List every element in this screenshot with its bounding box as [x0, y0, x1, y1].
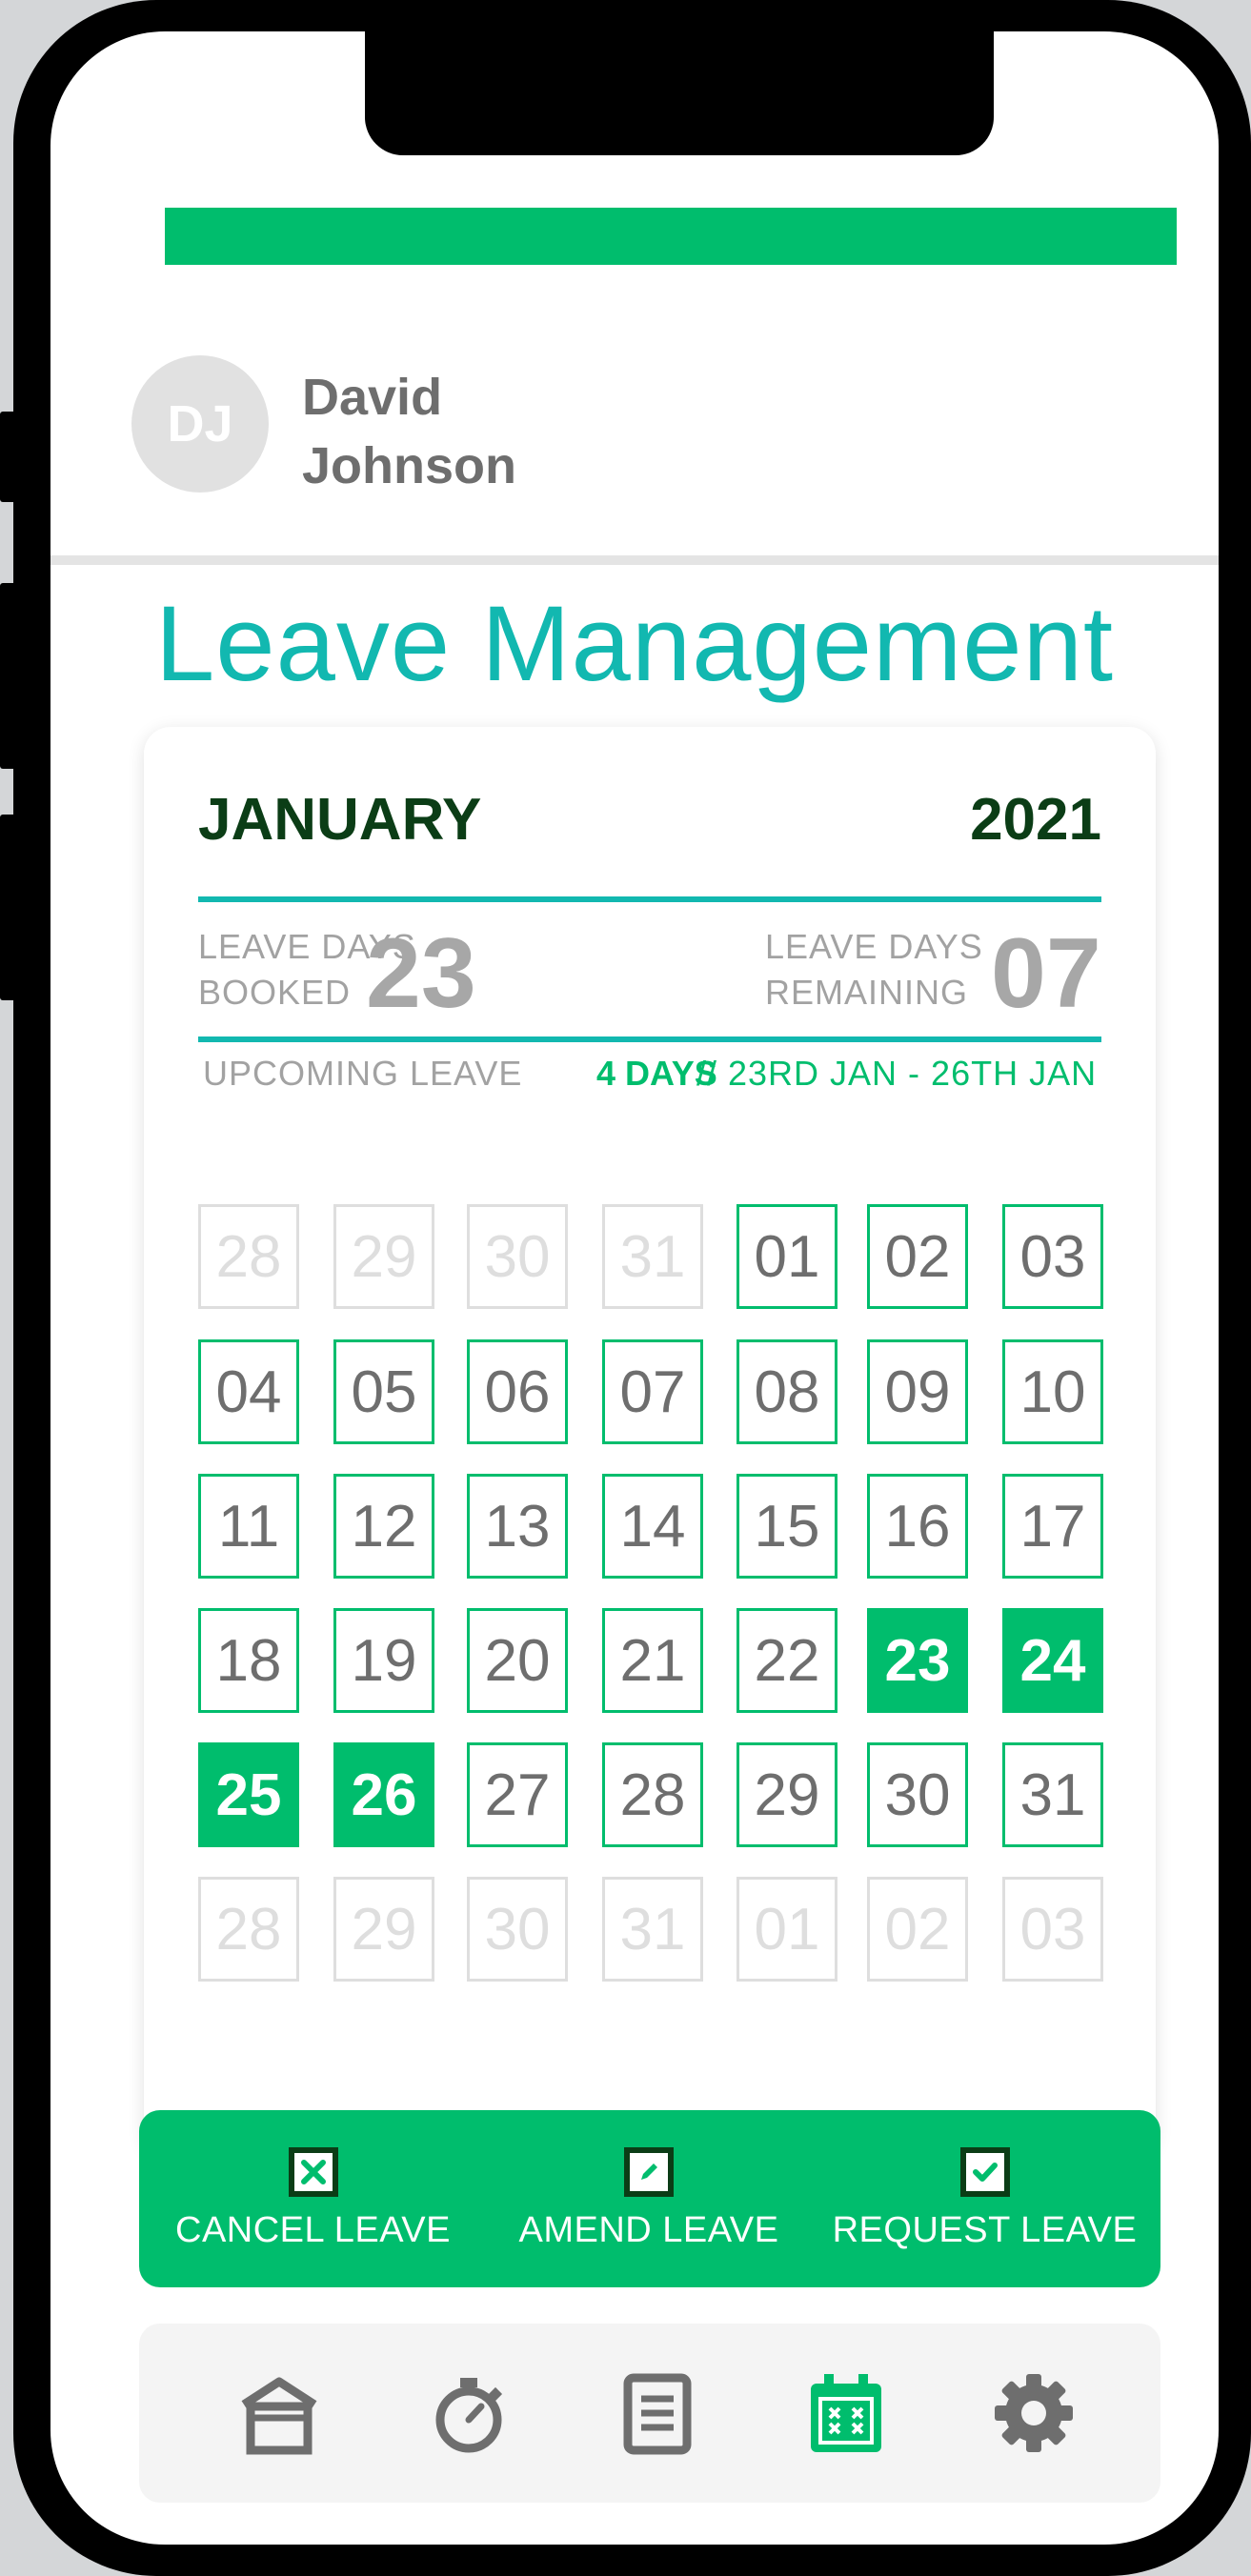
booked-value: 23	[366, 918, 476, 1029]
nav-timesheet[interactable]	[421, 2365, 516, 2461]
calendar-day[interactable]: 09	[867, 1339, 968, 1444]
amend-leave-label: AMEND LEAVE	[518, 2209, 779, 2250]
bottom-nav	[139, 2324, 1160, 2503]
calendar-day[interactable]: 29	[736, 1742, 837, 1847]
calendar-day-booked[interactable]: 24	[1002, 1608, 1103, 1713]
nav-documents[interactable]	[610, 2365, 705, 2461]
calendar-year: 2021	[970, 787, 1101, 853]
calendar-day[interactable]: 17	[1002, 1474, 1103, 1579]
nav-calendar[interactable]	[798, 2365, 894, 2461]
calendar-day[interactable]: 08	[736, 1339, 837, 1444]
calendar-day-outside: 31	[602, 1877, 703, 1982]
divider	[198, 896, 1101, 902]
calendar-day-outside: 29	[333, 1204, 434, 1309]
calendar-day[interactable]: 10	[1002, 1339, 1103, 1444]
check-box-icon	[959, 2146, 1010, 2197]
calendar-day[interactable]: 06	[467, 1339, 568, 1444]
request-leave-button[interactable]: REQUEST LEAVE	[825, 2110, 1144, 2287]
avatar[interactable]: DJ	[131, 355, 269, 493]
calendar-day-outside: 30	[467, 1877, 568, 1982]
calendar-day[interactable]: 01	[736, 1204, 837, 1309]
user-first-name: David	[302, 369, 443, 426]
pencil-box-icon	[624, 2146, 674, 2197]
calendar-day[interactable]: 07	[602, 1339, 703, 1444]
request-leave-label: REQUEST LEAVE	[832, 2209, 1138, 2250]
calendar-day[interactable]: 30	[867, 1742, 968, 1847]
avatar-initials: DJ	[167, 395, 233, 453]
header-accent-bar	[165, 208, 1177, 265]
calendar-day[interactable]: 05	[333, 1339, 434, 1444]
notch	[365, 31, 994, 155]
calendar-day[interactable]: 19	[333, 1608, 434, 1713]
calendar-day[interactable]: 11	[198, 1474, 299, 1579]
phone-frame: DJ David Johnson Leave Management JANUAR…	[13, 0, 1251, 2576]
calendar-day-booked[interactable]: 25	[198, 1742, 299, 1847]
amend-leave-button[interactable]: AMEND LEAVE	[492, 2110, 806, 2287]
leave-action-bar: CANCEL LEAVE AMEND LEAVE REQUEST LEAVE	[139, 2110, 1160, 2287]
calendar-day[interactable]: 14	[602, 1474, 703, 1579]
upcoming-leave-range: // 23RD JAN - 26TH JAN	[696, 1054, 1098, 1093]
cancel-leave-label: CANCEL LEAVE	[175, 2209, 451, 2250]
calendar-day-outside: 28	[198, 1877, 299, 1982]
calendar-day-booked[interactable]: 26	[333, 1742, 434, 1847]
calendar-day-booked[interactable]: 23	[867, 1608, 968, 1713]
profile-header: DJ David Johnson	[50, 317, 1219, 565]
document-icon	[623, 2373, 692, 2455]
calendar-month: JANUARY	[198, 787, 482, 853]
upcoming-leave-label: UPCOMING LEAVE	[203, 1054, 523, 1093]
cancel-leave-button[interactable]: CANCEL LEAVE	[158, 2110, 468, 2287]
calendar-day-outside: 31	[602, 1204, 703, 1309]
calendar-day[interactable]: 02	[867, 1204, 968, 1309]
stopwatch-icon	[435, 2378, 503, 2453]
calendar-day[interactable]: 13	[467, 1474, 568, 1579]
calendar-day[interactable]: 16	[867, 1474, 968, 1579]
screen: DJ David Johnson Leave Management JANUAR…	[50, 31, 1219, 2545]
divider	[198, 1036, 1101, 1042]
remaining-value: 07	[991, 918, 1101, 1029]
calendar-icon	[811, 2374, 881, 2452]
calendar-day[interactable]: 31	[1002, 1742, 1103, 1847]
calendar-day[interactable]: 22	[736, 1608, 837, 1713]
calendar-day[interactable]: 04	[198, 1339, 299, 1444]
calendar-day[interactable]: 21	[602, 1608, 703, 1713]
calendar-day[interactable]: 27	[467, 1742, 568, 1847]
user-name: David Johnson	[302, 363, 702, 500]
calendar-day-outside: 01	[736, 1877, 837, 1982]
user-last-name: Johnson	[302, 437, 516, 494]
calendar-day[interactable]: 18	[198, 1608, 299, 1713]
calendar-day-outside: 28	[198, 1204, 299, 1309]
calendar-day-outside: 03	[1002, 1877, 1103, 1982]
home-icon	[241, 2377, 317, 2455]
calendar-day[interactable]: 28	[602, 1742, 703, 1847]
nav-home[interactable]	[232, 2365, 327, 2461]
nav-settings[interactable]	[986, 2365, 1081, 2461]
x-box-icon	[288, 2146, 338, 2197]
calendar-day[interactable]: 03	[1002, 1204, 1103, 1309]
page-title: Leave Management	[154, 584, 1114, 703]
calendar-card: JANUARY 2021 LEAVE DAYS BOOKED 23 LEAVE …	[144, 727, 1156, 2156]
gear-icon	[995, 2374, 1073, 2452]
calendar-day[interactable]: 20	[467, 1608, 568, 1713]
calendar-day-outside: 30	[467, 1204, 568, 1309]
calendar-day-outside: 02	[867, 1877, 968, 1982]
calendar-day[interactable]: 15	[736, 1474, 837, 1579]
remaining-label-line-2: REMAINING	[765, 973, 969, 1012]
remaining-label-line-1: LEAVE DAYS	[765, 927, 983, 966]
calendar-day-outside: 29	[333, 1877, 434, 1982]
remaining-label: LEAVE DAYS REMAINING	[765, 924, 983, 1016]
calendar-day[interactable]: 12	[333, 1474, 434, 1579]
